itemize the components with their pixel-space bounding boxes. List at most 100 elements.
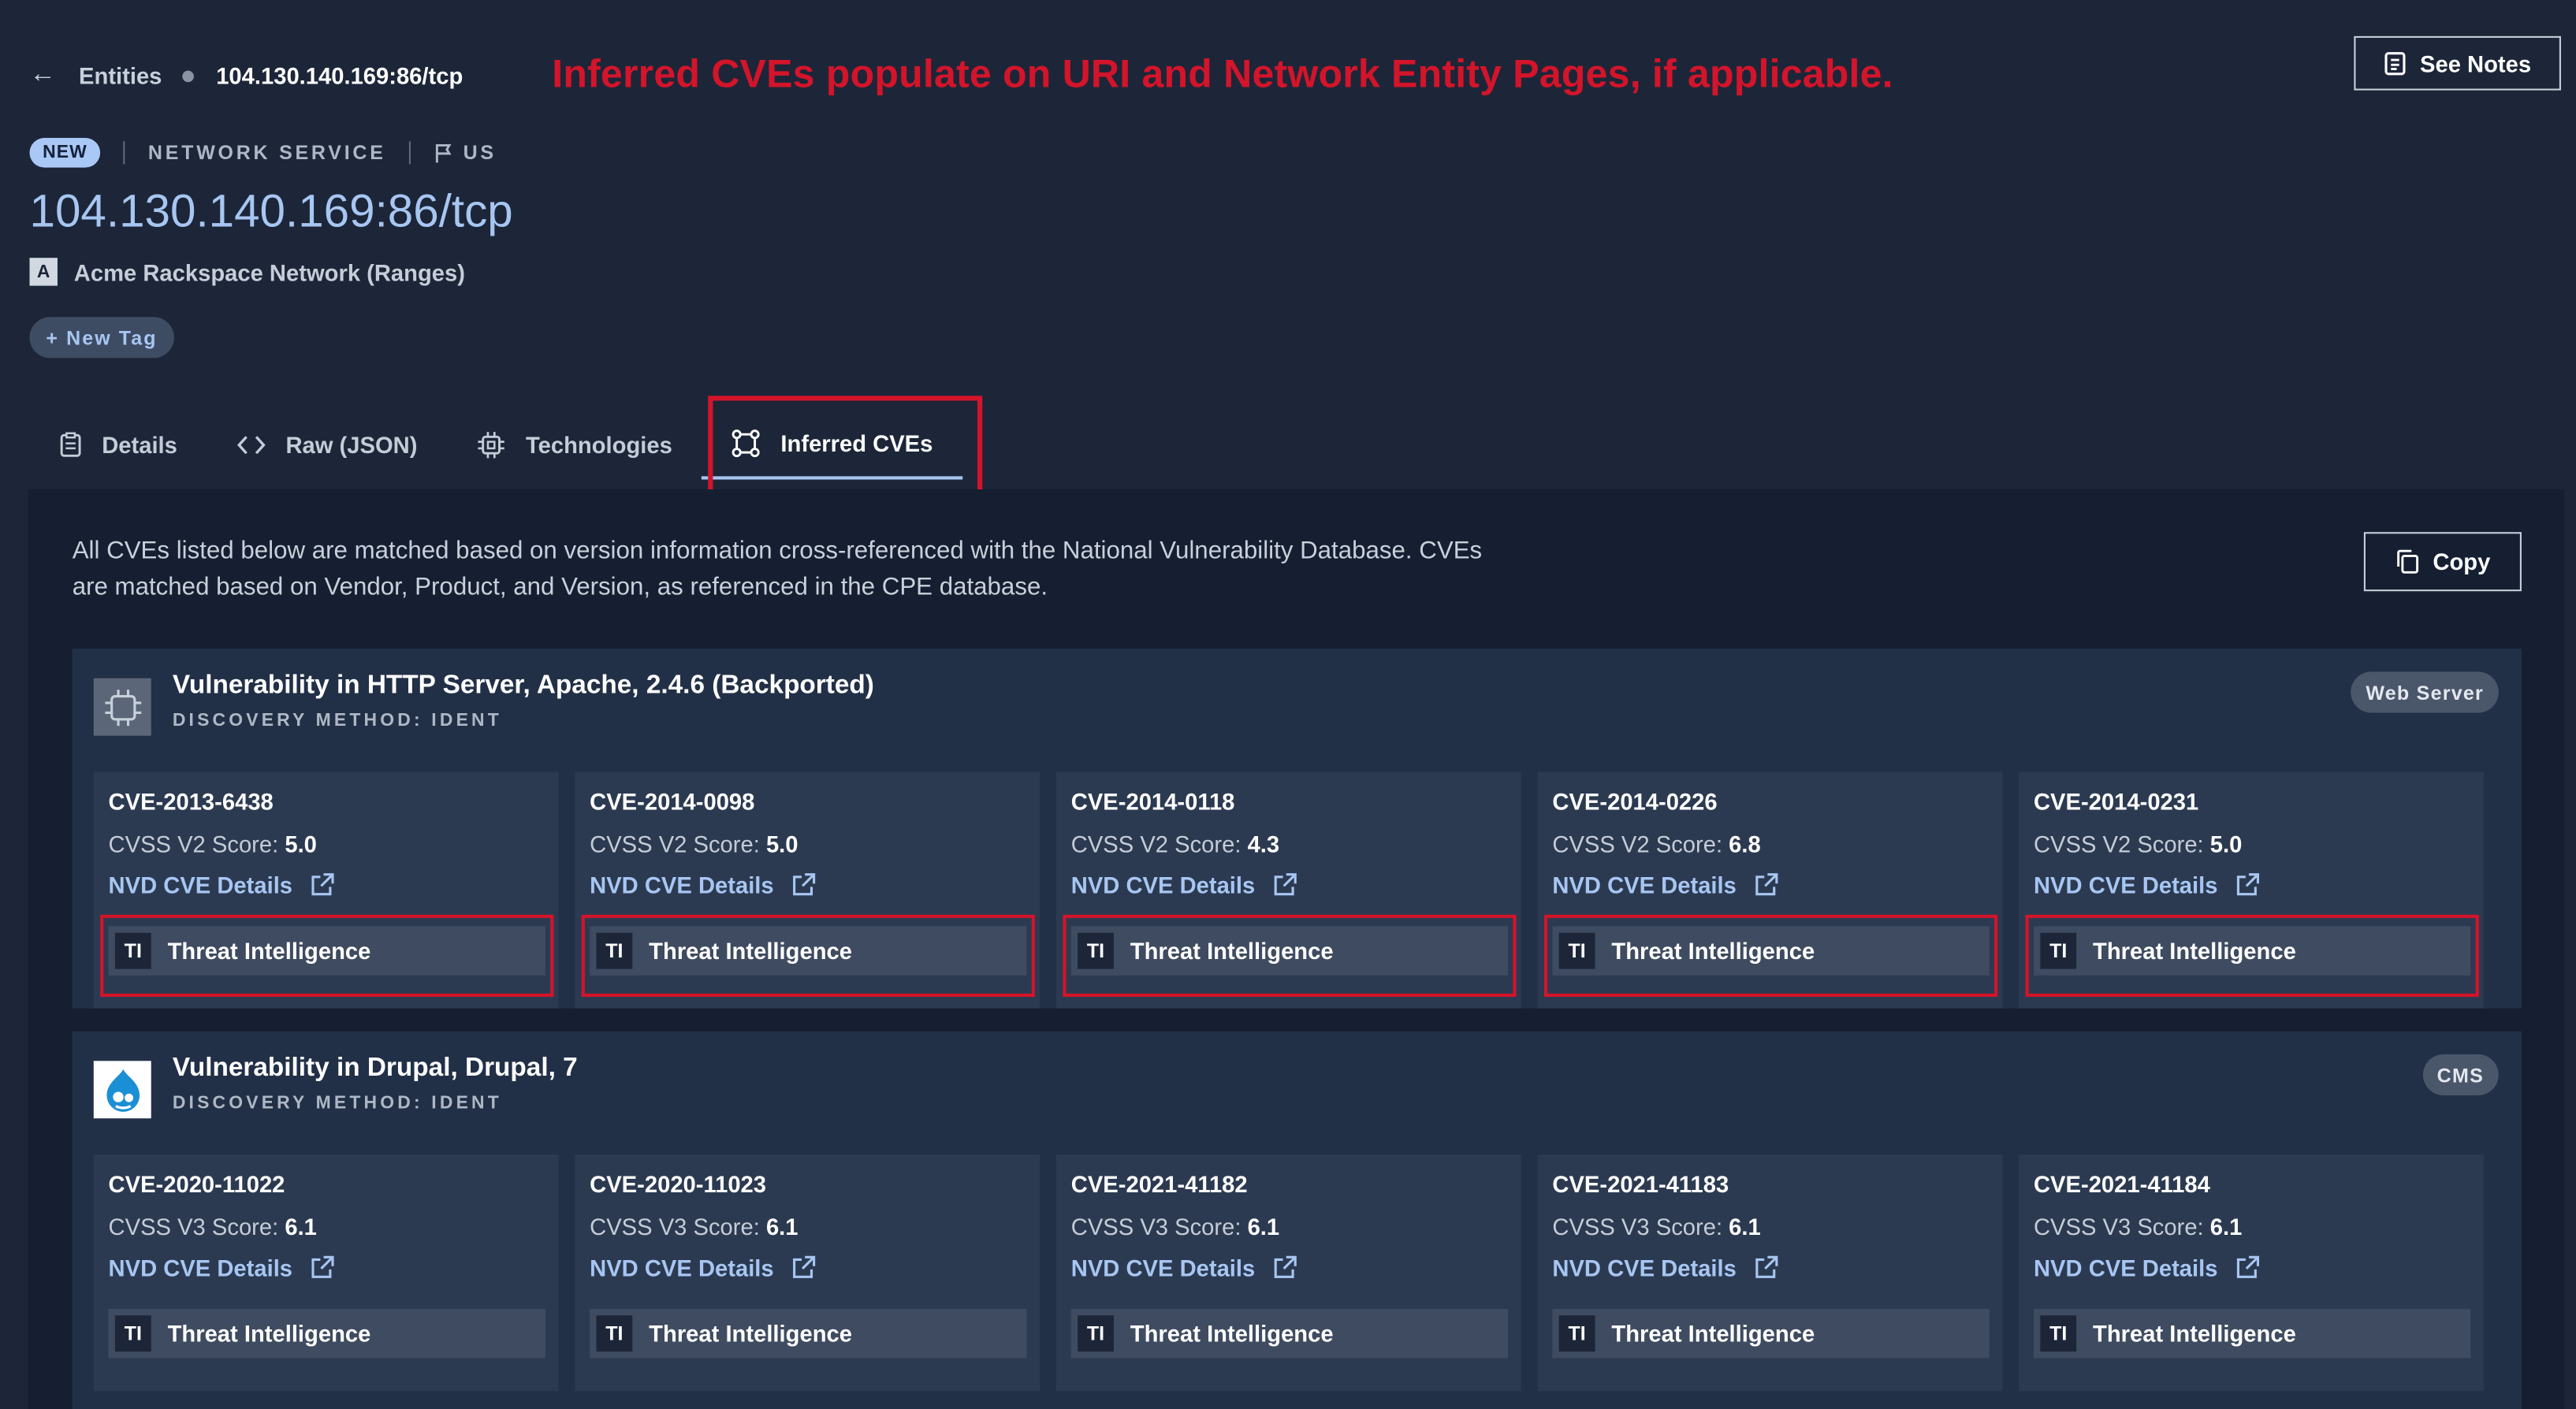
- nvd-details-link[interactable]: NVD CVE Details: [2034, 1255, 2261, 1281]
- threat-intelligence-button[interactable]: TI Threat Intelligence: [1070, 926, 1509, 976]
- cvss-score: CVSS V2 Score: 5.0: [2033, 831, 2243, 857]
- cve-id: CVE-2020-11023: [590, 1170, 767, 1198]
- page: ← Entities 104.130.140.169:86/tcp Inferr…: [0, 0, 2576, 1409]
- cve-group-drupal: Vulnerability in Drupal, Drupal, 7 DISCO…: [72, 1031, 2522, 1409]
- nvd-details-link[interactable]: NVD CVE Details: [1552, 1255, 1779, 1281]
- nvd-details-link[interactable]: NVD CVE Details: [1552, 872, 1779, 898]
- threat-intelligence-button[interactable]: TI Threat Intelligence: [1070, 1308, 1509, 1359]
- flag-icon: [435, 143, 452, 162]
- nvd-details-link[interactable]: NVD CVE Details: [2034, 872, 2261, 898]
- cve-card: CVE-2021-41182 CVSS V3 Score: 6.1 NVD CV…: [1056, 1154, 1521, 1392]
- tab-raw-json[interactable]: Raw (JSON): [207, 411, 447, 480]
- cve-id: CVE-2014-0231: [2033, 788, 2199, 815]
- divider: [123, 141, 125, 165]
- org-avatar: A: [29, 258, 58, 286]
- cve-card: CVE-2020-11023 CVSS V3 Score: 6.1 NVD CV…: [575, 1154, 1040, 1392]
- notes-icon: [2384, 52, 2406, 76]
- nvd-details-link[interactable]: NVD CVE Details: [590, 872, 817, 898]
- external-link-icon: [793, 1255, 816, 1278]
- discovery-method: DISCOVERY METHOD: IDENT: [172, 711, 502, 731]
- cve-id: CVE-2020-11022: [108, 1170, 285, 1198]
- country: US: [434, 141, 497, 164]
- panel-description: All CVEs listed below are matched based …: [72, 537, 1483, 601]
- code-icon: [236, 436, 266, 455]
- see-notes-button[interactable]: See Notes: [2354, 35, 2561, 91]
- external-link-icon: [1274, 1255, 1297, 1278]
- ti-icon: TI: [2040, 1315, 2077, 1352]
- nvd-details-link[interactable]: NVD CVE Details: [109, 872, 336, 898]
- cve-card-list: CVE-2013-6438 CVSS V2 Score: 5.0 NVD CVE…: [93, 771, 2485, 1009]
- category-badge: CMS: [2422, 1054, 2499, 1096]
- back-arrow-icon[interactable]: ←: [30, 61, 56, 91]
- nvd-details-link[interactable]: NVD CVE Details: [590, 1255, 817, 1281]
- ti-icon: TI: [2040, 932, 2077, 969]
- divider: [408, 141, 411, 165]
- tab-label: Inferred CVEs: [780, 430, 933, 457]
- ti-icon: TI: [1558, 1315, 1595, 1352]
- breadcrumb: ← Entities 104.130.140.169:86/tcp: [30, 61, 463, 91]
- cvss-score: CVSS V2 Score: 4.3: [1070, 831, 1280, 857]
- threat-intelligence-button[interactable]: TI Threat Intelligence: [590, 1308, 1027, 1359]
- external-link-icon: [311, 1255, 334, 1278]
- cve-card: CVE-2014-0226 CVSS V2 Score: 6.8 NVD CVE…: [1537, 771, 2003, 1009]
- ti-icon: TI: [114, 932, 151, 969]
- ti-icon: TI: [596, 932, 633, 969]
- threat-intelligence-button[interactable]: TI Threat Intelligence: [1552, 926, 1990, 976]
- see-notes-label: See Notes: [2420, 50, 2532, 76]
- chip-icon: [93, 678, 151, 736]
- external-link-icon: [2236, 873, 2260, 896]
- ti-icon: TI: [1078, 932, 1114, 969]
- cve-id: CVE-2014-0118: [1070, 788, 1235, 815]
- tab-label: Raw (JSON): [285, 432, 418, 459]
- threat-intelligence-button[interactable]: TI Threat Intelligence: [2033, 1308, 2471, 1359]
- threat-intelligence-button[interactable]: TI Threat Intelligence: [2033, 926, 2471, 976]
- cve-card: CVE-2020-11022 CVSS V3 Score: 6.1 NVD CV…: [93, 1154, 559, 1392]
- cve-card: CVE-2013-6438 CVSS V2 Score: 5.0 NVD CVE…: [93, 771, 559, 1009]
- threat-intelligence-button[interactable]: TI Threat Intelligence: [108, 1308, 545, 1359]
- tab-technologies[interactable]: Technologies: [447, 411, 702, 480]
- cvss-score: CVSS V3 Score: 6.1: [108, 1214, 317, 1240]
- cve-card-list: CVE-2020-11022 CVSS V3 Score: 6.1 NVD CV…: [93, 1154, 2485, 1392]
- cvss-score: CVSS V3 Score: 6.1: [1070, 1214, 1280, 1240]
- country-label: US: [463, 141, 497, 165]
- organization: A Acme Rackspace Network (Ranges): [29, 258, 465, 286]
- tab-details[interactable]: Details: [30, 411, 207, 480]
- threat-intelligence-button[interactable]: TI Threat Intelligence: [1552, 1308, 1990, 1359]
- external-link-icon: [2236, 1255, 2260, 1278]
- threat-intelligence-button[interactable]: TI Threat Intelligence: [108, 926, 545, 976]
- tab-label: Details: [102, 432, 177, 459]
- nvd-details-link[interactable]: NVD CVE Details: [1071, 1255, 1298, 1281]
- tab-inferred-cves[interactable]: Inferred CVEs: [702, 411, 962, 480]
- cve-card: CVE-2014-0231 CVSS V2 Score: 5.0 NVD CVE…: [2019, 771, 2485, 1009]
- cve-id: CVE-2021-41184: [2033, 1170, 2210, 1198]
- nvd-details-link[interactable]: NVD CVE Details: [109, 1255, 336, 1281]
- cve-card: CVE-2021-41184 CVSS V3 Score: 6.1 NVD CV…: [2019, 1154, 2485, 1392]
- ti-icon: TI: [1558, 932, 1595, 969]
- cve-card: CVE-2014-0098 CVSS V2 Score: 5.0 NVD CVE…: [575, 771, 1040, 1009]
- org-name: Acme Rackspace Network (Ranges): [73, 258, 465, 285]
- entity-type: NETWORK SERVICE: [147, 141, 386, 165]
- ti-icon: TI: [114, 1315, 151, 1352]
- network-nodes-icon: [732, 429, 761, 458]
- cve-group-apache: Vulnerability in HTTP Server, Apache, 2.…: [72, 649, 2522, 1009]
- tab-label: Technologies: [525, 432, 672, 459]
- ti-icon: TI: [1078, 1315, 1114, 1352]
- copy-button[interactable]: Copy: [2363, 532, 2522, 592]
- copy-label: Copy: [2433, 548, 2491, 575]
- annotation-text: Inferred CVEs populate on URI and Networ…: [552, 52, 1893, 97]
- external-link-icon: [793, 873, 816, 896]
- threat-intelligence-button[interactable]: TI Threat Intelligence: [590, 926, 1027, 976]
- external-link-icon: [1274, 873, 1297, 896]
- new-tag-button[interactable]: + New Tag: [29, 317, 174, 359]
- breadcrumb-entities-link[interactable]: Entities: [79, 62, 162, 88]
- nvd-details-link[interactable]: NVD CVE Details: [1071, 872, 1298, 898]
- cvss-score: CVSS V3 Score: 6.1: [590, 1214, 798, 1240]
- copy-icon: [2397, 549, 2419, 574]
- discovery-method: DISCOVERY METHOD: IDENT: [172, 1093, 502, 1113]
- cvss-score: CVSS V3 Score: 6.1: [1552, 1214, 1761, 1240]
- new-badge: NEW: [29, 138, 101, 168]
- cve-card: CVE-2021-41183 CVSS V3 Score: 6.1 NVD CV…: [1537, 1154, 2003, 1392]
- cve-id: CVE-2014-0098: [590, 788, 755, 815]
- external-link-icon: [1755, 873, 1778, 896]
- external-link-icon: [1755, 1255, 1778, 1278]
